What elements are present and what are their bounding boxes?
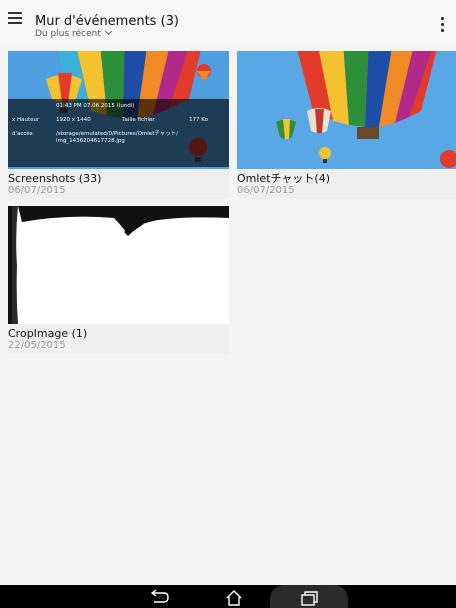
page-title: Mur d'événements (3) xyxy=(35,14,180,29)
overlay-path-line1: /storage/emulated/0/Pictures/Omletチャット/ xyxy=(56,131,179,137)
overlay-dimension-value: 1920 x 1440 xyxy=(56,117,91,123)
recent-apps-icon xyxy=(301,591,318,606)
overlay-size-label: Taille fichier xyxy=(122,117,155,123)
album-date: 06/07/2015 xyxy=(8,185,66,196)
sort-dropdown[interactable]: Du plus récent xyxy=(35,27,112,39)
album-tile-cropimage[interactable]: CropImage (1) 22/05/2015 xyxy=(8,206,229,354)
overlay-dimension-label: x Hauteur xyxy=(12,117,40,123)
album-count: (33) xyxy=(78,172,102,185)
album-thumbnail xyxy=(8,206,229,324)
overlay-path-line2: img_1436204617728.jpg xyxy=(56,138,125,144)
album-date: 06/07/2015 xyxy=(237,185,295,196)
album-name: Screenshots (33) xyxy=(8,172,102,185)
album-name: CropImage (1) xyxy=(8,327,88,340)
chevron-down-icon xyxy=(104,27,112,36)
sort-label: Du plus récent xyxy=(35,29,101,39)
image-details-overlay: 01:43 PM 07.06.2015 (lundi) x Hauteur 19… xyxy=(8,99,229,167)
gallery-app: Mur d'événements (3) Du plus récent 01:4… xyxy=(0,0,456,608)
recent-apps-button[interactable] xyxy=(270,585,348,608)
album-thumbnail xyxy=(237,51,456,169)
menu-icon[interactable] xyxy=(8,12,22,26)
overflow-menu-icon[interactable] xyxy=(438,17,448,37)
album-tile-screenshots[interactable]: 01:43 PM 07.06.2015 (lundi) x Hauteur 19… xyxy=(8,51,229,199)
overlay-datetime: 01:43 PM 07.06.2015 (lundi) xyxy=(56,103,135,109)
album-count: (4) xyxy=(314,172,330,185)
home-icon[interactable] xyxy=(214,587,254,607)
system-nav-bar xyxy=(0,585,456,608)
album-tile-omlet[interactable]: Omletチャット(4) 06/07/2015 xyxy=(237,51,456,199)
album-date: 22/05/2015 xyxy=(8,340,66,351)
overlay-size-value: 177 Ko xyxy=(189,117,208,123)
album-name: Omletチャット(4) xyxy=(237,172,330,185)
album-count: (1) xyxy=(71,327,88,340)
app-bar: Mur d'événements (3) Du plus récent xyxy=(0,0,456,44)
overlay-path-label: d'accès xyxy=(12,131,33,137)
back-icon[interactable] xyxy=(138,587,178,607)
